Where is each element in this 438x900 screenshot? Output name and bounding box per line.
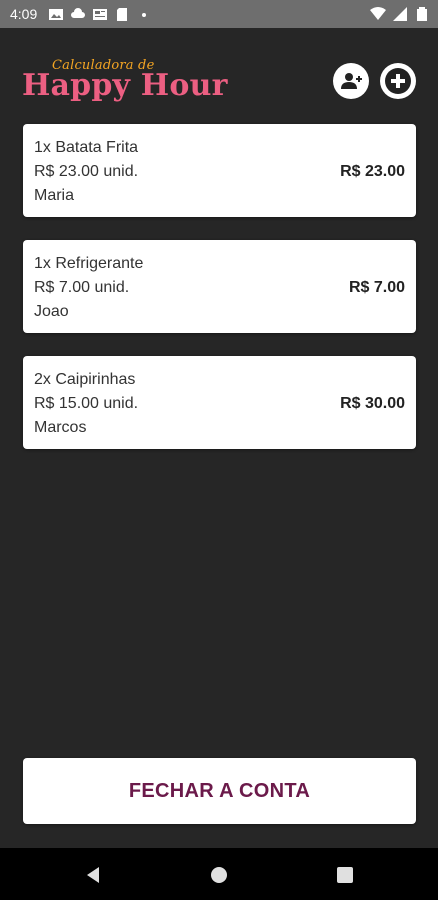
item-name: 1x Batata Frita: [34, 139, 139, 156]
recents-icon[interactable]: [334, 864, 356, 886]
add-item-button[interactable]: [380, 63, 416, 99]
item-person: Marcos: [34, 419, 87, 436]
battery-icon: [417, 7, 427, 21]
news-icon: [93, 9, 107, 20]
item-card[interactable]: 1x Batata Frita R$ 23.00 unid. Maria R$ …: [23, 124, 416, 217]
item-name: 1x Refrigerante: [34, 255, 144, 272]
app-logo: Calculadora de Happy Hour: [22, 58, 227, 103]
add-person-button[interactable]: [333, 63, 369, 99]
item-unit-price: R$ 7.00 unid.: [34, 279, 130, 296]
item-unit-price: R$ 23.00 unid.: [34, 163, 139, 180]
item-total: R$ 30.00: [340, 395, 405, 412]
item-total: R$ 7.00: [348, 279, 405, 296]
back-icon[interactable]: [82, 864, 104, 886]
add-person-icon: [341, 73, 362, 89]
item-person: Joao: [34, 303, 69, 320]
item-card[interactable]: 2x Caipirinhas R$ 15.00 unid. Marcos R$ …: [23, 356, 416, 449]
home-icon[interactable]: [208, 864, 230, 886]
item-person: Maria: [34, 187, 75, 204]
status-time: 4:09: [10, 6, 38, 22]
close-bill-button[interactable]: FECHAR A CONTA: [23, 758, 416, 824]
item-total: R$ 23.00: [340, 163, 405, 180]
sd-card-icon: [117, 8, 127, 21]
item-card[interactable]: 1x Refrigerante R$ 7.00 unid. Joao R$ 7.…: [23, 240, 416, 333]
logo-title: Happy Hour: [22, 68, 228, 103]
dot-icon: [142, 13, 146, 17]
wifi-icon: [370, 7, 386, 20]
navigation-bar: [0, 848, 438, 900]
app-header: Calculadora de Happy Hour: [0, 28, 438, 123]
cloud-icon: [71, 8, 85, 18]
gallery-icon: [49, 9, 63, 20]
item-name: 2x Caipirinhas: [34, 371, 136, 388]
status-bar: 4:09: [0, 0, 438, 28]
item-unit-price: R$ 15.00 unid.: [34, 395, 139, 412]
add-circle-icon: [385, 68, 411, 94]
signal-icon: [393, 7, 407, 21]
